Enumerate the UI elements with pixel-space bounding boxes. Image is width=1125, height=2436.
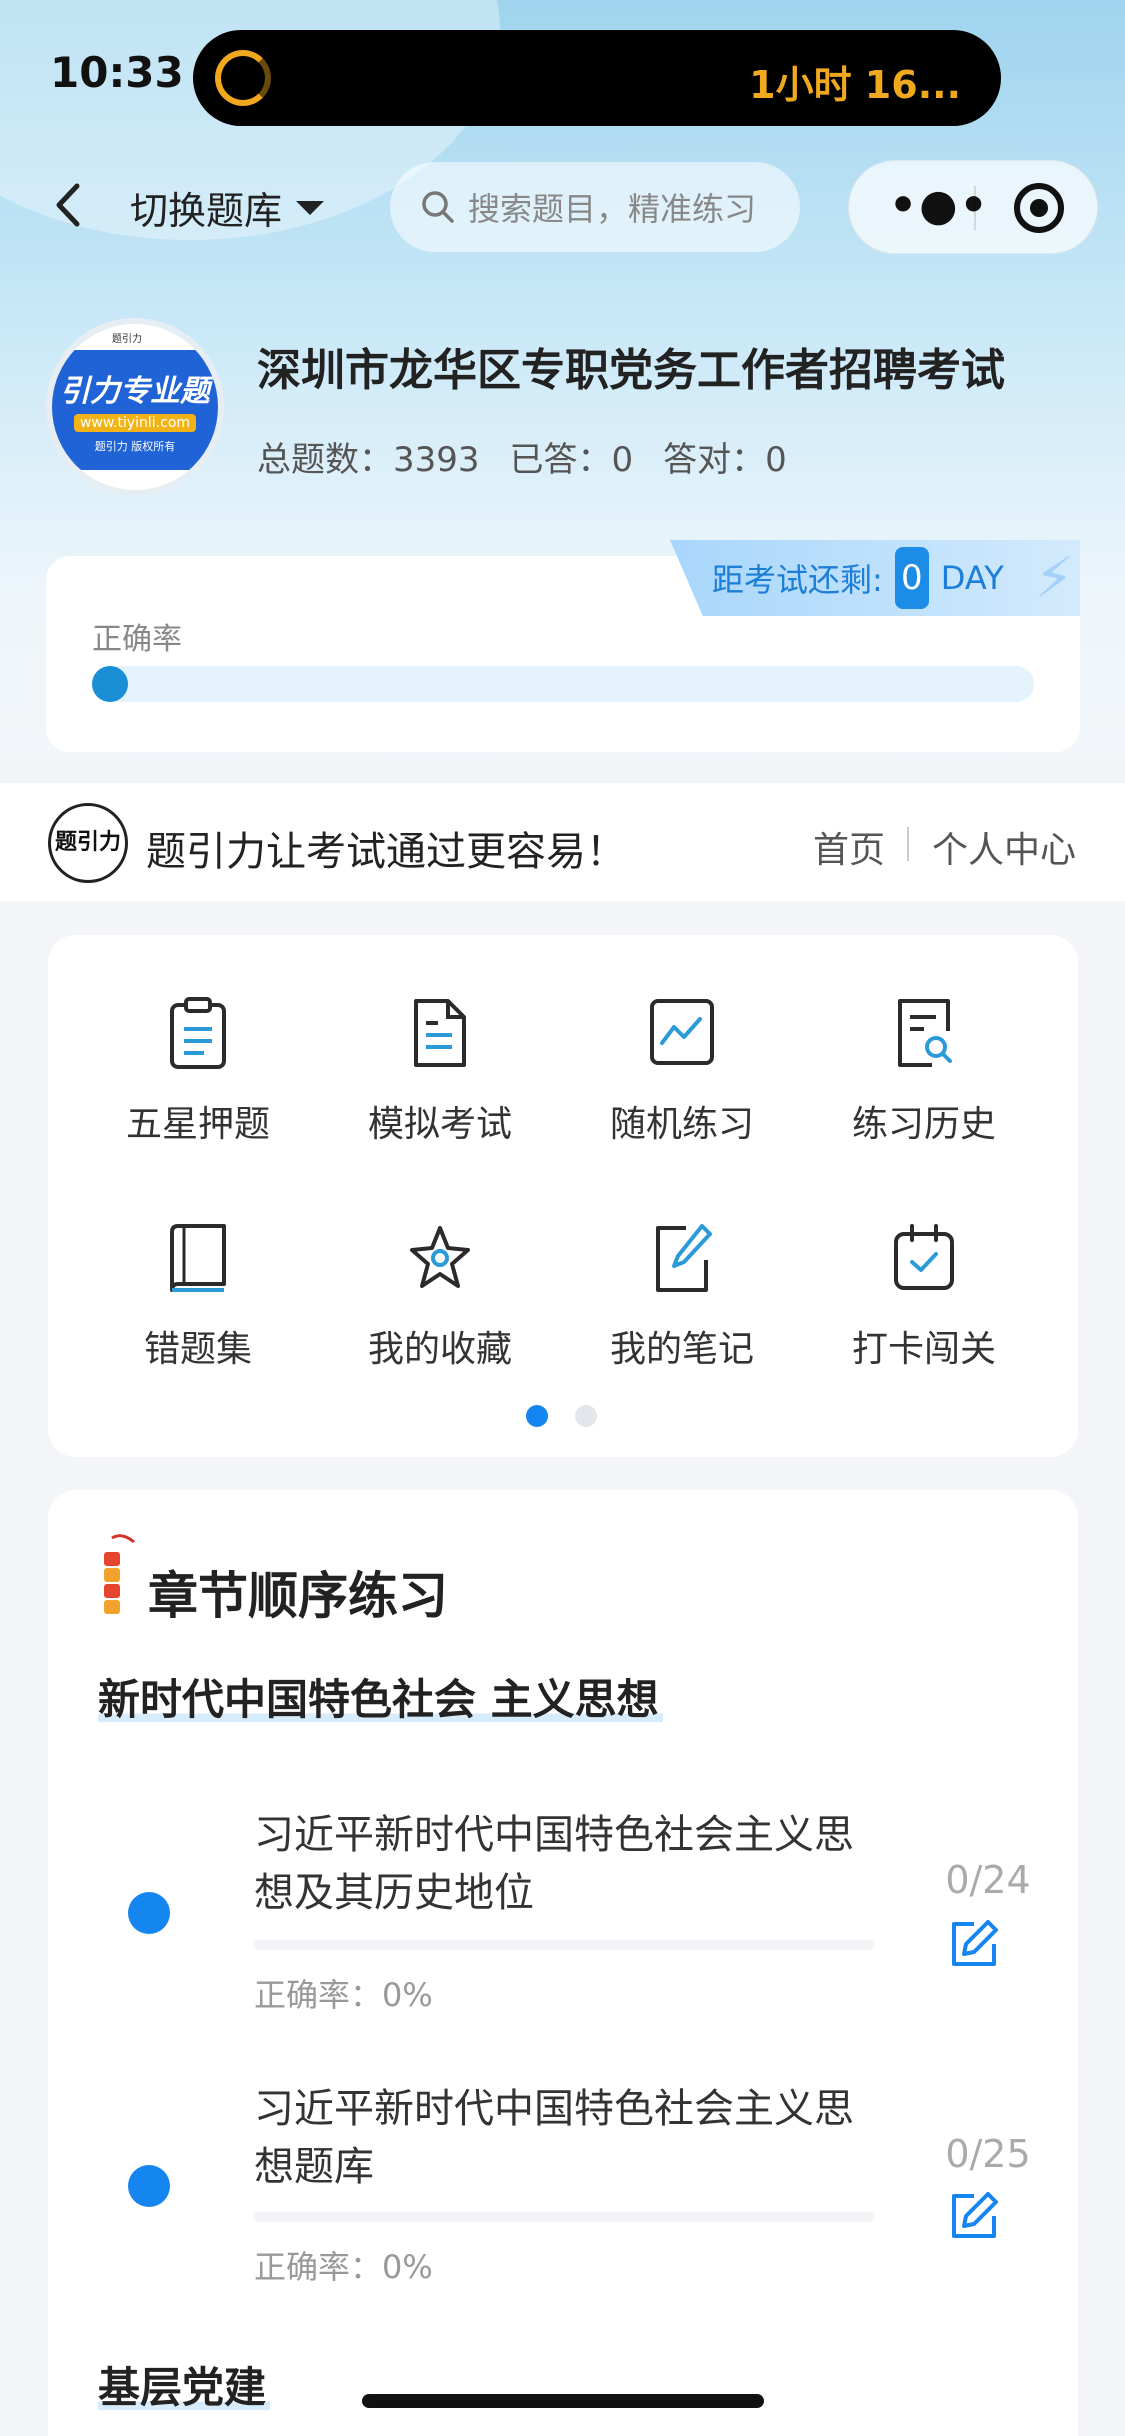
grid-item-random-practice[interactable]: 随机练习	[572, 995, 792, 1175]
stat-total: 总题数：3393	[257, 440, 480, 480]
nav-divider	[907, 827, 909, 861]
slogan-text: 题引力让考试通过更容易！	[146, 829, 626, 875]
pager-dot[interactable]	[575, 1405, 597, 1427]
edit-icon[interactable]	[948, 1918, 1000, 1970]
pager-dot-active[interactable]	[526, 1405, 548, 1427]
grid-item-wrong-questions[interactable]: 错题集	[88, 1220, 308, 1400]
brand-logo: 题引力	[48, 803, 128, 883]
chapter-count: 0/25	[945, 2132, 1031, 2176]
document-icon	[414, 999, 466, 1067]
grid-label: 打卡闯关	[851, 1329, 996, 1370]
chapter-count: 0/24	[945, 1858, 1031, 1902]
chapter-accuracy: 正确率：0%	[254, 2248, 433, 2286]
home-indicator	[362, 2394, 764, 2408]
chart-icon	[650, 999, 714, 1065]
lightning-icon: ⚡	[1034, 546, 1074, 611]
countdown-label: 距考试还剩:	[712, 561, 883, 599]
close-target-icon[interactable]	[1014, 183, 1064, 233]
logo-copyright: 题引力 版权所有	[94, 440, 176, 453]
search-placeholder: 搜索题目，精准练习	[468, 190, 757, 228]
countdown-days: 0	[894, 547, 929, 609]
stat-answered: 已答：0	[509, 440, 634, 480]
accuracy-label: 正确率	[92, 622, 182, 657]
accuracy-progress-bar	[92, 666, 1034, 702]
chapter-status-dot	[128, 1892, 170, 1934]
chapter-accuracy: 正确率：0%	[254, 1976, 433, 2014]
switch-bank-button[interactable]: 切换题库	[130, 180, 325, 235]
grid-label: 模拟考试	[367, 1104, 512, 1145]
logo-url: www.tiyinli.com	[73, 414, 197, 432]
grid-item-practice-history[interactable]: 练习历史	[814, 995, 1034, 1175]
grid-item-favorites[interactable]: 我的收藏	[330, 1220, 550, 1400]
stat-correct: 答对：0	[663, 440, 787, 480]
timer-ring-icon	[215, 50, 271, 106]
chapter-status-dot	[128, 2165, 170, 2207]
grid-item-five-star[interactable]: 五星押题	[88, 995, 308, 1175]
exam-countdown: 距考试还剩: 0 DAY ⚡	[670, 540, 1080, 616]
activity-text: 1小时 16...	[749, 63, 961, 107]
grid-item-checkin[interactable]: 打卡闯关	[814, 1220, 1034, 1400]
search-icon	[422, 191, 454, 223]
slogan-bar: 题引力 题引力让考试通过更容易！ 首页 个人中心	[0, 783, 1125, 901]
user-center-link[interactable]: 个人中心	[932, 821, 1076, 873]
function-grid-card: 五星押题 模拟考试 随机练习 练习历史 错题集 我的收藏 我的笔记 打卡闯关	[48, 935, 1078, 1457]
logo-badge-text: 题引力	[112, 334, 142, 345]
chapter-practice-title: 章节顺序练习	[148, 1567, 448, 1625]
switch-bank-label: 切换题库	[130, 189, 283, 233]
grid-item-notes[interactable]: 我的笔记	[572, 1220, 792, 1400]
chapter-progress-bar	[254, 1940, 874, 1950]
grid-label: 练习历史	[851, 1104, 996, 1145]
chapter-item-name[interactable]: 习近平新时代中国特色社会主义思想及其历史地位	[254, 1806, 874, 1922]
book-icon	[170, 1224, 226, 1292]
countdown-unit: DAY	[940, 559, 1004, 597]
back-button[interactable]	[48, 180, 88, 230]
section-title: 新时代中国特色社会 主义思想	[98, 1666, 663, 1727]
miniapp-capsule: •●•	[848, 160, 1098, 254]
capsule-divider	[974, 186, 976, 230]
calendar-check-icon	[894, 1224, 954, 1290]
search-input[interactable]: 搜索题目，精准练习	[390, 162, 800, 252]
dynamic-island[interactable]: 1小时 16...	[193, 30, 1001, 126]
logo-title: 引力专业题	[60, 374, 210, 409]
history-search-icon	[898, 999, 952, 1067]
exam-stats: 总题数：3393 已答：0 答对：0	[257, 432, 787, 481]
exam-title: 深圳市龙华区专职党务工作者招聘考试	[257, 345, 1005, 396]
clipboard-icon	[170, 997, 226, 1069]
grid-label: 随机练习	[609, 1104, 754, 1145]
grid-label: 我的笔记	[609, 1329, 754, 1370]
grid-item-mock-exam[interactable]: 模拟考试	[330, 995, 550, 1175]
firecracker-icon	[104, 1534, 135, 1614]
grid-label: 五星押题	[125, 1104, 270, 1145]
chapter-practice-card: 章节顺序练习 新时代中国特色社会 主义思想 习近平新时代中国特色社会主义思想及其…	[48, 1490, 1078, 2436]
grid-label: 错题集	[143, 1329, 252, 1370]
status-time: 10:33	[50, 48, 184, 97]
accuracy-progress-dot	[92, 666, 128, 702]
star-icon	[410, 1226, 470, 1288]
note-edit-icon	[656, 1224, 712, 1292]
edit-icon[interactable]	[948, 2190, 1000, 2242]
exam-logo: 题引力 引力专业题 www.tiyinli.com 题引力 版权所有	[46, 318, 224, 496]
chevron-left-icon	[56, 183, 80, 227]
home-link[interactable]: 首页	[813, 821, 885, 873]
chapter-progress-bar	[254, 2212, 874, 2222]
grid-label: 我的收藏	[367, 1329, 512, 1370]
section-title: 基层党建	[98, 2354, 271, 2415]
chapter-item-name[interactable]: 习近平新时代中国特色社会主义思想题库	[254, 2080, 874, 2196]
caret-down-icon	[296, 200, 325, 215]
